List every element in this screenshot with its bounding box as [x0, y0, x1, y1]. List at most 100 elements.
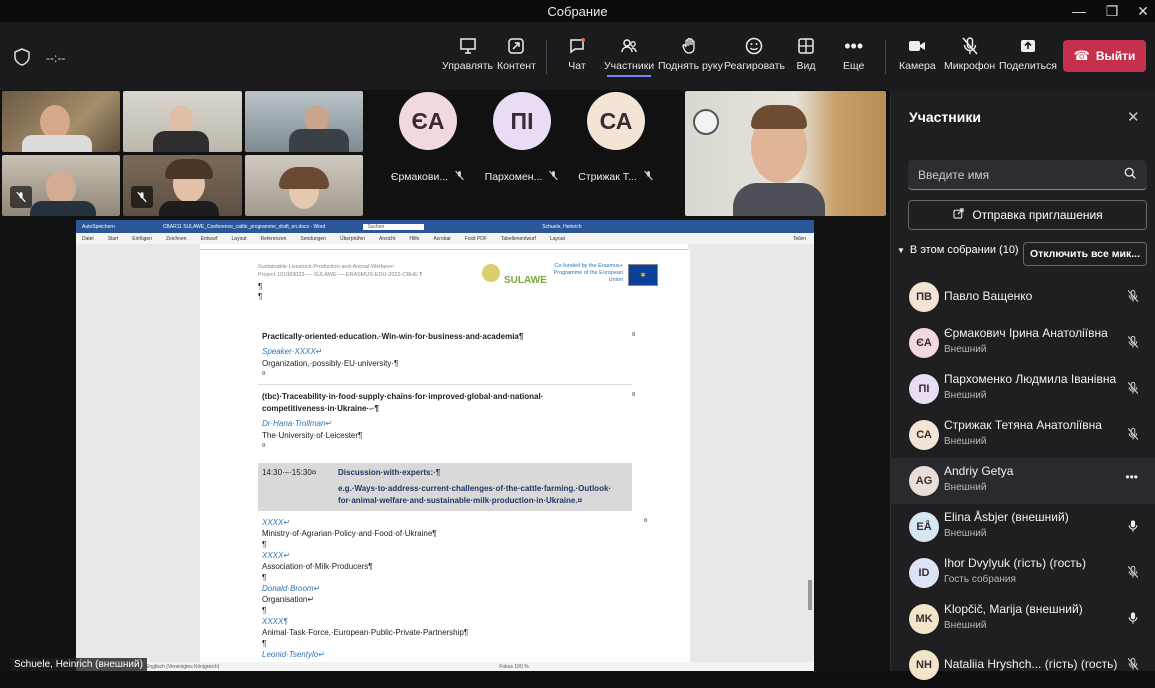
participant-row[interactable]: ID Ihor Dvylyuk (гість) (гость) Гость собр…	[891, 550, 1155, 596]
mic-muted-icon	[1126, 380, 1140, 396]
participant-row[interactable]: NH Nataliia Hryshch... (гість) (гость)	[891, 642, 1155, 688]
participant-name: Стрижак Тетяна Анатоліївна	[944, 418, 1102, 432]
avatar-tile[interactable]: ЄА Єрмакови...	[380, 92, 476, 212]
participant-row[interactable]: ЄА Єрмакович Ірина Анатоліївна Внешний	[891, 320, 1155, 366]
eu-flag-icon: ✶	[628, 264, 658, 286]
raise-hand-button[interactable]: Поднять руку	[658, 32, 723, 72]
more-icon: •••	[844, 35, 864, 56]
word-menu-bar: Datei Start Einfügen Zeichnen Entwurf Layout R…	[76, 233, 814, 244]
participant-role: Внешний	[944, 528, 987, 539]
chevron-down-icon: ▼	[897, 245, 905, 255]
people-icon	[619, 32, 639, 60]
participant-row[interactable]: ПВ Павло Ващенко	[891, 274, 1155, 320]
participant-role: Внешний	[944, 436, 987, 447]
shield-icon[interactable]	[14, 48, 30, 71]
panel-title: Участники	[909, 109, 981, 125]
participant-role: Внешний	[944, 482, 987, 493]
more-button[interactable]: ••• Еще	[843, 32, 864, 73]
clock-icon	[693, 109, 719, 135]
chat-button[interactable]: Чат	[567, 32, 587, 72]
in-meeting-section[interactable]: ▼ В этом собрании (10)	[897, 244, 1019, 256]
manage-button[interactable]: Управлять	[442, 32, 493, 72]
avatar-tile[interactable]: СА Стрижак Т...	[568, 92, 664, 212]
share-button[interactable]: Поделиться	[999, 32, 1057, 72]
video-tile[interactable]	[2, 155, 120, 216]
participant-role: Внешний	[944, 344, 987, 355]
share-icon	[1018, 32, 1038, 60]
grid-view-icon	[796, 32, 816, 60]
camera-icon	[907, 32, 927, 60]
participant-role: Внешний	[944, 390, 987, 401]
participant-row[interactable]: СА Стрижак Тетяна Анатоліївна Внешний	[891, 412, 1155, 458]
document-scrollbar[interactable]	[808, 580, 812, 610]
mic-muted-icon	[1126, 288, 1140, 304]
phone-hangup-icon: ☎	[1073, 48, 1090, 63]
mic-muted-icon	[1126, 426, 1140, 442]
mic-muted-icon	[454, 170, 465, 184]
share-link-icon	[952, 207, 965, 223]
shared-screen: AutoSpeichern CBAR11 SULAWE_Conference_c…	[76, 220, 814, 671]
participant-row[interactable]: AG Andriy Getya Внешний •••	[891, 458, 1155, 504]
participant-name: Ihor Dvylyuk (гість) (гость)	[944, 556, 1086, 570]
mic-on-icon	[1126, 610, 1140, 626]
share-content-icon	[506, 32, 526, 60]
microphone-button[interactable]: Микрофон	[944, 32, 995, 72]
avatar: СА	[909, 420, 939, 450]
avatar: ПІ	[909, 374, 939, 404]
participant-name: Павло Ващенко	[944, 289, 1033, 303]
mic-muted-icon	[1126, 564, 1140, 580]
video-tile[interactable]	[123, 91, 242, 152]
participant-name: Nataliia Hryshch... (гість) (гость)	[944, 657, 1118, 671]
send-invite-button[interactable]: Отправка приглашения	[908, 200, 1147, 230]
mic-muted-icon	[643, 170, 654, 184]
video-tile[interactable]	[123, 155, 242, 216]
mute-all-button[interactable]: Отключить все мик...	[1023, 242, 1147, 266]
chat-icon	[567, 32, 587, 60]
window-titlebar: Собрание — ❐ ✕	[0, 0, 1155, 22]
meeting-timer: --:--	[46, 51, 66, 65]
close-window-icon[interactable]: ✕	[1128, 0, 1155, 22]
mic-muted-icon	[960, 32, 980, 60]
video-tile[interactable]	[685, 91, 886, 216]
document-page: Sustainable·Livestock·Production·and·Ani…	[200, 250, 690, 671]
participant-name: Klopčič, Marija (внешний)	[944, 602, 1083, 616]
participant-name: Єрмакович Ірина Анатоліївна	[944, 326, 1108, 340]
view-button[interactable]: Вид	[796, 32, 816, 72]
avatar: ЄА	[909, 328, 939, 358]
restore-icon[interactable]: ❐	[1097, 0, 1127, 22]
camera-button[interactable]: Камера	[899, 32, 936, 72]
avatar: EÅ	[909, 512, 939, 542]
close-panel-icon[interactable]: ✕	[1127, 108, 1140, 126]
minimize-icon[interactable]: —	[1064, 0, 1094, 22]
smile-icon	[744, 32, 764, 60]
participant-name: Andriy Getya	[944, 464, 1014, 478]
avatar: ПІ	[493, 92, 551, 150]
mic-muted-icon	[1126, 334, 1140, 350]
video-tile[interactable]	[245, 91, 363, 152]
avatar: ID	[909, 558, 939, 588]
participant-row[interactable]: MK Klopčič, Marija (внешний) Внешний	[891, 596, 1155, 642]
react-button[interactable]: Реагировать	[724, 32, 785, 72]
content-button[interactable]: Контент	[497, 32, 536, 72]
avatar: NH	[909, 650, 939, 680]
meeting-toolbar: --:-- Управлять Контент Чат Участники По…	[0, 22, 1155, 90]
participant-row[interactable]: ПІ Пархоменко Людмила Іванівна Внешний	[891, 366, 1155, 412]
word-statusbar: Englisch (Vereinigtes Königreich) Fokus …	[76, 662, 814, 671]
video-tile[interactable]	[2, 91, 120, 152]
avatar-tile[interactable]: ПІ Пархомен...	[474, 92, 570, 212]
sulawe-logo-icon	[482, 264, 500, 282]
participant-role: Гость собрания	[944, 574, 1016, 585]
presenter-name-label: Schuele, Heinrich (внешний)	[10, 658, 147, 671]
more-options-icon[interactable]: •••	[1125, 470, 1138, 486]
leave-button[interactable]: ☎ Выйти	[1063, 40, 1146, 72]
mic-muted-icon	[548, 170, 559, 184]
mic-on-icon	[1126, 518, 1140, 534]
avatar: AG	[909, 466, 939, 496]
word-titlebar: AutoSpeichern CBAR11 SULAWE_Conference_c…	[76, 220, 814, 233]
video-tile[interactable]	[245, 155, 363, 216]
participant-row[interactable]: EÅ Elina Åsbjer (внешний) Внешний	[891, 504, 1155, 550]
avatar: ЄА	[399, 92, 457, 150]
window-title: Собрание	[547, 3, 608, 19]
participants-button[interactable]: Участники	[604, 32, 654, 77]
participant-search-input[interactable]: Введите имя	[908, 160, 1147, 190]
